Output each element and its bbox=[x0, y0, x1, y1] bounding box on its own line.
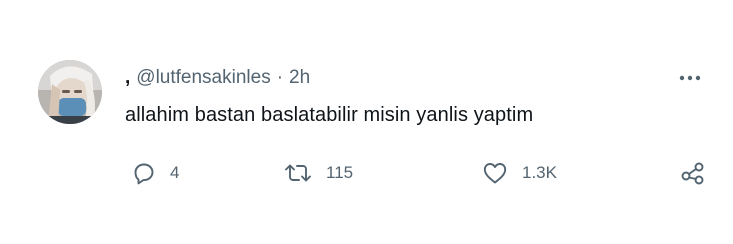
avatar[interactable] bbox=[38, 60, 102, 124]
retweet-count: 115 bbox=[326, 163, 354, 182]
separator-dot: · bbox=[276, 67, 284, 88]
more-horizontal-icon bbox=[679, 75, 701, 81]
tweet-text: allahim bastan baslatabilir misin yanlis… bbox=[125, 104, 534, 126]
timestamp[interactable]: 2h bbox=[289, 67, 310, 89]
more-options-button[interactable] bbox=[676, 66, 704, 90]
reply-count: 4 bbox=[170, 163, 180, 182]
tweet-header: , @lutfensakinles · 2h bbox=[125, 66, 310, 90]
share-icon bbox=[681, 162, 704, 185]
retweet-icon bbox=[285, 164, 311, 182]
reply-button[interactable]: 4 bbox=[132, 158, 179, 188]
like-button[interactable]: 1.3K bbox=[482, 158, 557, 188]
reply-icon bbox=[134, 163, 154, 185]
tweet-card[interactable]: , @lutfensakinles · 2h allahim bastan ba… bbox=[0, 0, 733, 244]
avatar-image bbox=[38, 60, 102, 124]
share-button[interactable] bbox=[680, 158, 706, 188]
like-count: 1.3K bbox=[522, 163, 557, 182]
heart-icon bbox=[483, 163, 507, 184]
display-name[interactable]: , bbox=[125, 67, 130, 89]
user-handle[interactable]: @lutfensakinles bbox=[136, 67, 270, 89]
tweet-actions: 4 115 1.3K bbox=[0, 158, 733, 188]
retweet-button[interactable]: 115 bbox=[284, 158, 353, 188]
